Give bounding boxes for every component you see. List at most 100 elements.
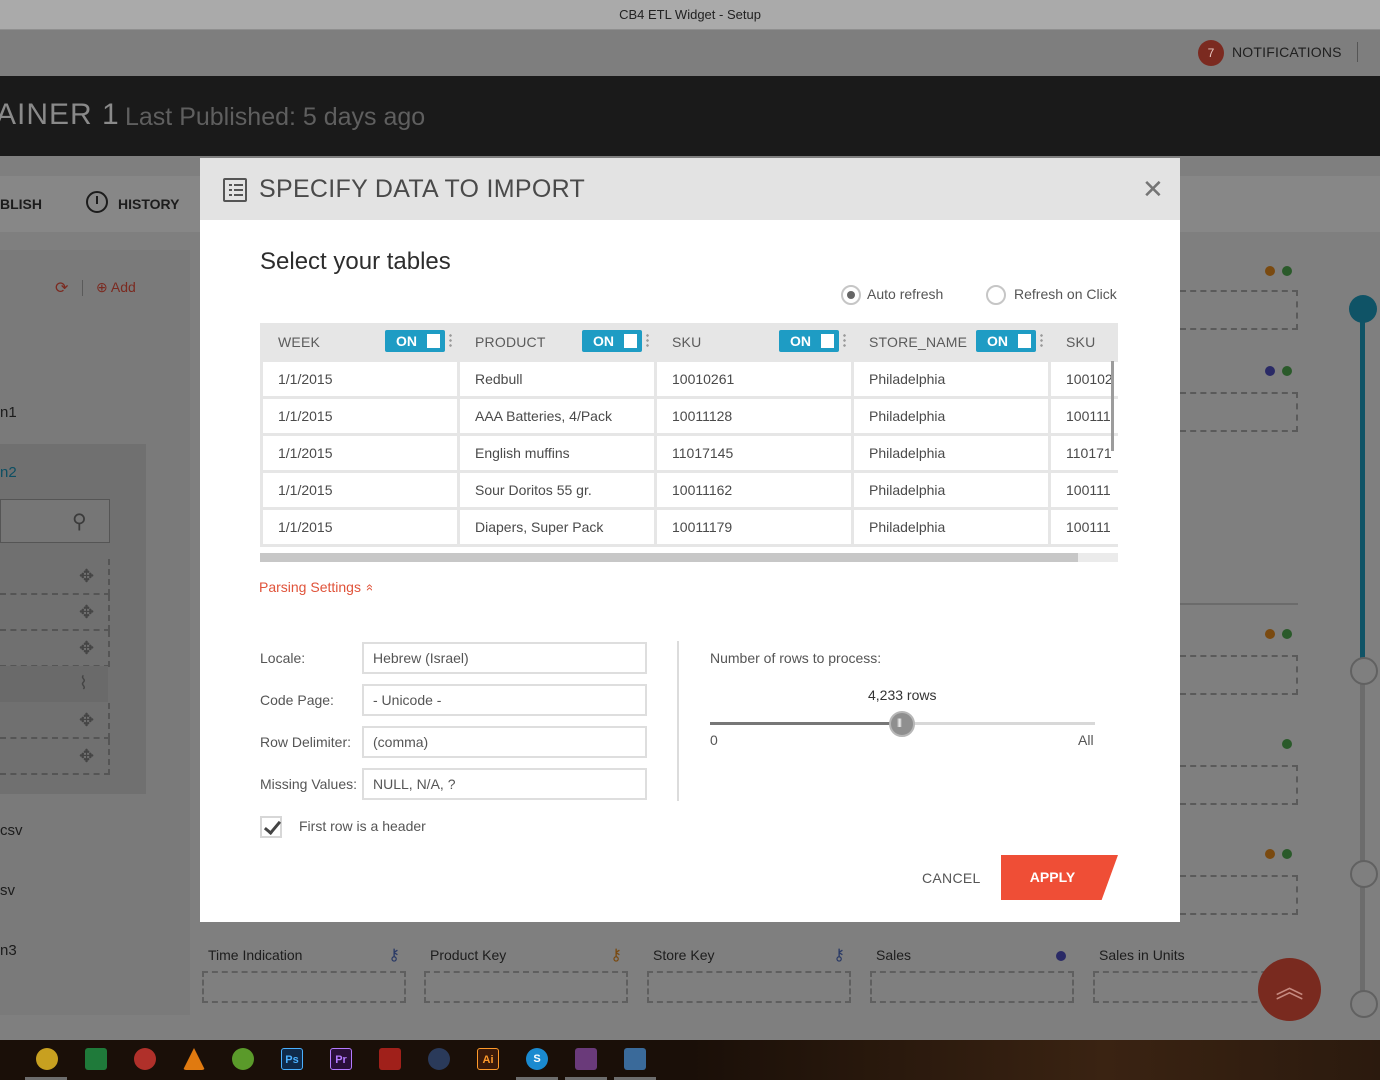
locale-field[interactable]: Hebrew (Israel) (362, 642, 647, 674)
mapping-slot[interactable] (1180, 765, 1298, 805)
code-page-field[interactable]: - Unicode - (362, 684, 647, 716)
divider (677, 641, 679, 801)
chrome-icon[interactable] (36, 1048, 58, 1070)
drop-zone[interactable] (202, 971, 406, 1003)
nav-separator (1357, 42, 1358, 62)
move-icon[interactable]: ✥ (79, 566, 94, 587)
rows-slider-handle[interactable] (889, 711, 915, 737)
table-horizontal-scrollbar[interactable] (260, 553, 1118, 562)
apply-button[interactable]: APPLY (1001, 855, 1118, 900)
premiere-icon[interactable]: Pr (330, 1048, 352, 1070)
scroll-top-button[interactable]: ︽ (1258, 958, 1321, 1021)
mapping-slot[interactable] (1180, 655, 1298, 695)
move-icon[interactable]: ✥ (79, 710, 94, 731)
source-item-1[interactable]: n1 (0, 404, 17, 421)
move-icon[interactable]: ✥ (79, 746, 94, 767)
dialog-header: SPECIFY DATA TO IMPORT ✕ (200, 158, 1180, 220)
field-time-indication[interactable]: Time Indication ⚷ (202, 943, 406, 1003)
control-panel-icon[interactable] (624, 1048, 646, 1070)
table-cell: Diapers, Super Pack (460, 510, 654, 544)
mapping-slot[interactable] (1180, 875, 1298, 915)
field-store-key[interactable]: Store Key ⚷ (647, 943, 851, 1003)
field-sales[interactable]: Sales (870, 943, 1074, 1003)
source-item-4[interactable]: sv (0, 882, 15, 899)
field-product-key[interactable]: Product Key ⚷ (424, 943, 628, 1003)
column-toggle[interactable]: ON (582, 330, 642, 352)
slider-min-label: 0 (710, 732, 718, 748)
table-column: SKU ON 10010261 10011128 11017145 100111… (654, 323, 851, 547)
column-toggle[interactable]: ON (385, 330, 445, 352)
add-label: Add (110, 279, 136, 295)
office-icon[interactable] (85, 1048, 107, 1070)
radio-refresh-on-click[interactable] (986, 285, 1006, 305)
parsing-settings-toggle[interactable]: Parsing Settings » (259, 579, 376, 595)
row-delimiter-field[interactable]: (comma) (362, 726, 647, 758)
column-menu-icon[interactable] (843, 333, 846, 349)
cancel-button[interactable]: CANCEL (922, 870, 981, 886)
field-slot-selected[interactable] (0, 666, 108, 702)
close-icon[interactable]: ✕ (1142, 174, 1164, 205)
drop-zone[interactable] (870, 971, 1074, 1003)
source-item-3[interactable]: csv (0, 822, 23, 839)
table-cell: 110171 (1051, 436, 1118, 470)
photoshop-icon[interactable]: Ps (281, 1048, 303, 1070)
drop-zone[interactable] (647, 971, 851, 1003)
table-cell: English muffins (460, 436, 654, 470)
column-name: PRODUCT (475, 334, 546, 350)
dialog-title: SPECIFY DATA TO IMPORT (259, 175, 586, 203)
refresh-icon[interactable]: ⟳ (55, 278, 68, 298)
column-name: SKU (1066, 334, 1096, 350)
column-menu-icon[interactable] (449, 333, 452, 349)
toggle-label: ON (593, 333, 614, 349)
publish-button[interactable]: BLISH (0, 196, 42, 212)
column-toggle[interactable]: ON (976, 330, 1036, 352)
move-icon[interactable]: ✥ (79, 638, 94, 659)
search-input[interactable] (0, 499, 110, 543)
mapping-slot[interactable] (1180, 290, 1298, 330)
drop-zone[interactable] (424, 971, 628, 1003)
table-cell: 1/1/2015 (263, 436, 457, 470)
first-row-header-label[interactable]: First row is a header (299, 818, 426, 834)
column-menu-icon[interactable] (1040, 333, 1043, 349)
notifications-link[interactable]: NOTIFICATIONS (1232, 44, 1342, 60)
timeline-step[interactable] (1350, 990, 1378, 1018)
field-label: Product Key (430, 947, 507, 963)
history-button[interactable]: HISTORY (118, 196, 179, 212)
column-header: PRODUCT ON (457, 323, 654, 359)
missing-values-field[interactable]: NULL, N/A, ? (362, 768, 647, 800)
add-button[interactable]: ⊕ Add (96, 279, 136, 296)
cinema4d-icon[interactable] (428, 1048, 450, 1070)
table-vertical-scrollbar[interactable] (1111, 361, 1114, 451)
source-item-5[interactable]: n3 (0, 942, 17, 959)
notifications-badge[interactable]: 7 (1198, 40, 1224, 66)
move-icon[interactable]: ✥ (79, 602, 94, 623)
utorrent-icon[interactable] (232, 1048, 254, 1070)
scrollbar-thumb[interactable] (260, 553, 1078, 562)
field-label: Sales in Units (1099, 947, 1185, 963)
timeline-step-active[interactable] (1349, 295, 1377, 323)
timeline-step[interactable] (1350, 657, 1378, 685)
table-column: SKU 100102 100111 110171 100111 100111 (1048, 323, 1118, 547)
skype-icon[interactable]: S (526, 1048, 548, 1070)
status-dot (1265, 366, 1275, 376)
status-dot (1282, 366, 1292, 376)
timeline-progress (1360, 308, 1365, 673)
table-cell: 1/1/2015 (263, 510, 457, 544)
divider (82, 280, 83, 296)
creative-cloud-icon[interactable] (379, 1048, 401, 1070)
winrar-icon[interactable] (575, 1048, 597, 1070)
search-icon[interactable]: ⚲ (72, 509, 87, 534)
source-item-2[interactable]: n2 (0, 464, 17, 481)
table-cell: 10010261 (657, 362, 851, 396)
illustrator-icon[interactable]: Ai (477, 1048, 499, 1070)
radio-label[interactable]: Auto refresh (867, 286, 943, 302)
first-row-header-checkbox[interactable] (260, 816, 282, 838)
radio-auto-refresh[interactable] (841, 285, 861, 305)
ccleaner-icon[interactable] (134, 1048, 156, 1070)
mapping-slot[interactable] (1180, 392, 1298, 432)
timeline-step[interactable] (1350, 860, 1378, 888)
paperclip-icon[interactable]: ⌇ (79, 673, 88, 694)
column-toggle[interactable]: ON (779, 330, 839, 352)
radio-label[interactable]: Refresh on Click (1014, 286, 1117, 302)
column-menu-icon[interactable] (646, 333, 649, 349)
